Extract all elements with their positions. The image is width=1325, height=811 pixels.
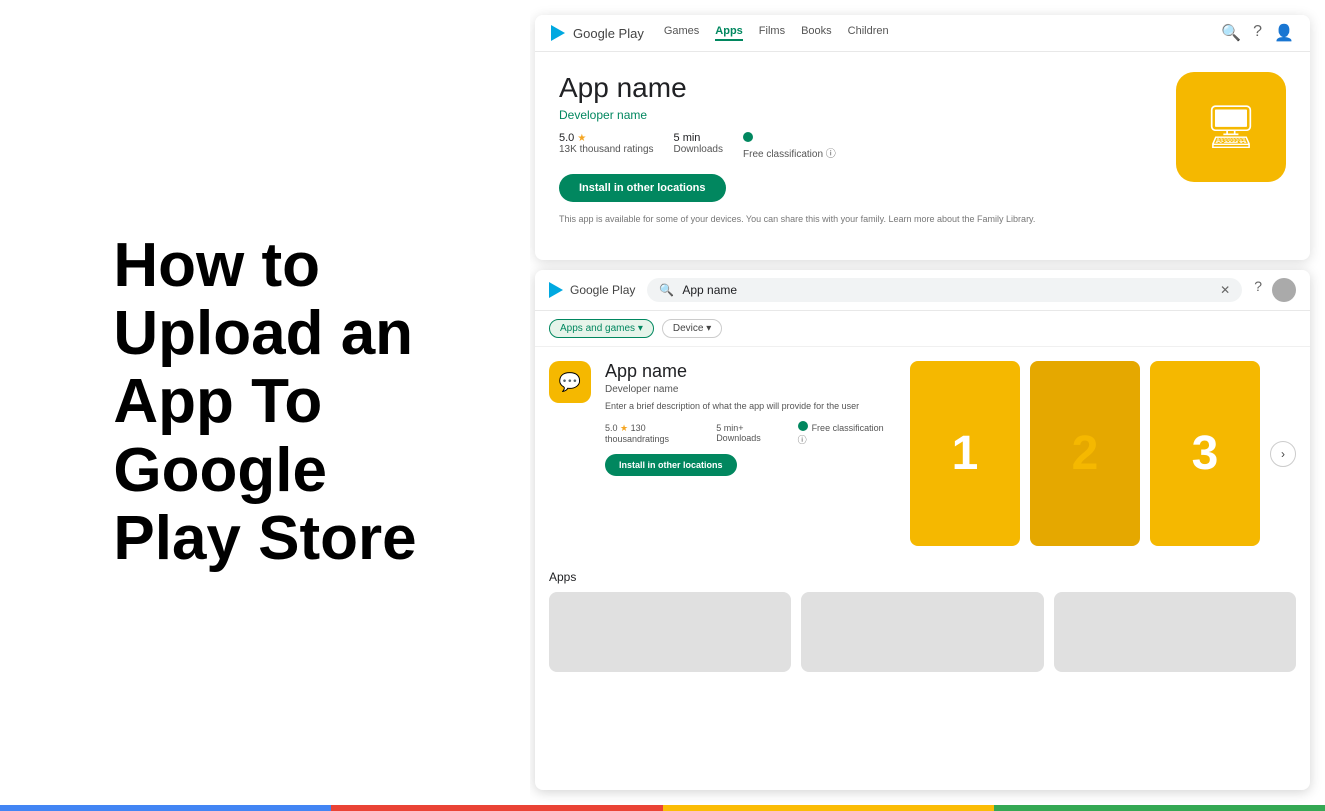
screenshot-2: 2 [1030,361,1140,546]
main-content: How to Upload an App To Google Play Stor… [0,0,1325,805]
app-detail-bottom: App name Developer name Enter a brief de… [605,361,886,546]
play-triangle-icon-bottom [549,282,563,298]
search-icon[interactable]: 🔍 [1221,23,1241,43]
app-icon-bottom: 💬 [549,361,591,403]
avatar[interactable] [1272,278,1296,302]
stats-row-top: 5.0 ★ 13K thousand ratings 5 min Downloa… [559,132,1156,160]
rating-bottom: 5.0 ★ 130 thousandratings [605,423,702,444]
filter-apps-games-label: Apps and games ▾ [560,323,643,334]
right-panel: Google Play Games Apps Films Books Child… [530,0,1325,805]
free-bottom: Free classification ⓘ [798,421,886,446]
app-card-1 [549,592,791,672]
screenshot-2-number: 2 [1072,426,1099,481]
logo-text-bottom: Google Play [570,283,635,297]
nav-games[interactable]: Games [664,25,699,41]
bar-red [331,805,662,811]
title-line1: How to [113,231,320,300]
app-card-3 [1054,592,1296,672]
downloads-stat: 5 min Downloads [674,132,723,160]
screenshot-3-number: 3 [1192,426,1219,481]
search-text[interactable]: App name [682,283,1212,297]
app-card-2 [801,592,1043,672]
free-dot-icon [743,132,757,145]
bottom-screenshot: Google Play 🔍 App name ✕ ? Apps and game… [535,270,1310,790]
filter-device[interactable]: Device ▾ [662,319,722,338]
help-icon[interactable]: ? [1253,23,1262,43]
account-icon[interactable]: 👤 [1274,23,1294,43]
screenshot-1-number: 1 [952,426,979,481]
desc-text: Enter a brief description of what the ap… [605,400,886,413]
google-play-logo-bottom: Google Play [549,282,635,298]
rating-val: 5.0 ★ [559,132,586,144]
install-button-top[interactable]: Install in other locations [559,174,726,202]
app-name-bottom: App name [605,361,886,382]
family-note-top: This app is available for some of your d… [559,214,1156,224]
dev-name-bottom: Developer name [605,384,886,395]
title-line4: Google [113,436,327,505]
top-body: App name Developer name 5.0 ★ 13K thousa… [535,52,1310,244]
apps-section: Apps [535,560,1310,678]
downloads-val: 5 min [674,132,701,144]
chat-icon: 💬 [559,372,581,393]
nav-apps[interactable]: Apps [715,25,743,41]
filter-row: Apps and games ▾ Device ▾ [535,311,1310,347]
filter-device-label: Device ▾ [673,323,711,334]
nav-children[interactable]: Children [848,25,889,41]
title-line2: Upload an [113,299,413,368]
nav-films[interactable]: Films [759,25,785,41]
search-clear-icon[interactable]: ✕ [1220,283,1230,297]
downloads-bottom: 5 min+ Downloads [716,423,783,443]
bar-yellow [663,805,994,811]
carousel-next-button[interactable]: › [1270,441,1296,467]
filter-apps-games[interactable]: Apps and games ▾ [549,319,654,338]
screenshot-1: 1 [910,361,1020,546]
left-panel: How to Upload an App To Google Play Stor… [0,0,530,805]
search-bar[interactable]: 🔍 App name ✕ [647,278,1242,302]
nav-books[interactable]: Books [801,25,832,41]
help-icon-bottom[interactable]: ? [1254,278,1262,302]
top-screenshot: Google Play Games Apps Films Books Child… [535,15,1310,260]
downloads-sub: Downloads [674,144,723,155]
top-nav-icons: 🔍 ? 👤 [1221,23,1294,43]
bottom-nav: Google Play 🔍 App name ✕ ? [535,270,1310,311]
rating-sub: 13K thousand ratings [559,144,654,155]
apps-label: Apps [549,570,1296,584]
bottom-body: 💬 App name Developer name Enter a brief … [535,347,1310,560]
screenshot-3: 3 [1150,361,1260,546]
bottom-icons: ? [1254,278,1296,302]
bottom-color-bar [0,805,1325,811]
install-button-bottom[interactable]: Install in other locations [605,454,737,476]
rating-stat: 5.0 ★ 13K thousand ratings [559,132,654,160]
app-info-top: App name Developer name 5.0 ★ 13K thousa… [559,72,1156,224]
top-nav-items: Games Apps Films Books Children [664,25,889,41]
top-nav: Google Play Games Apps Films Books Child… [535,15,1310,52]
monitor-icon: 🖥 [1204,103,1257,152]
title-line5: Play Store [113,504,416,573]
play-triangle-icon [551,25,565,41]
free-stat: Free classification ⓘ [743,132,836,160]
app-icon-top: 🖥 [1176,72,1286,182]
bar-blue [0,805,331,811]
google-play-logo-top: Google Play [551,25,644,41]
main-title: How to Upload an App To Google Play Stor… [113,232,416,573]
logo-text-top: Google Play [573,26,644,41]
app-name-top: App name [559,72,1156,104]
stats-row-bottom: 5.0 ★ 130 thousandratings 5 min+ Downloa… [605,421,886,446]
bar-green [994,805,1325,811]
screenshots-carousel: 1 2 3 › [910,361,1296,546]
title-line3: App To [113,367,322,436]
search-icon-bottom: 🔍 [659,283,674,297]
free-label: Free classification ⓘ [743,145,836,160]
dev-name-top: Developer name [559,108,1156,122]
app-cards-row [549,592,1296,672]
